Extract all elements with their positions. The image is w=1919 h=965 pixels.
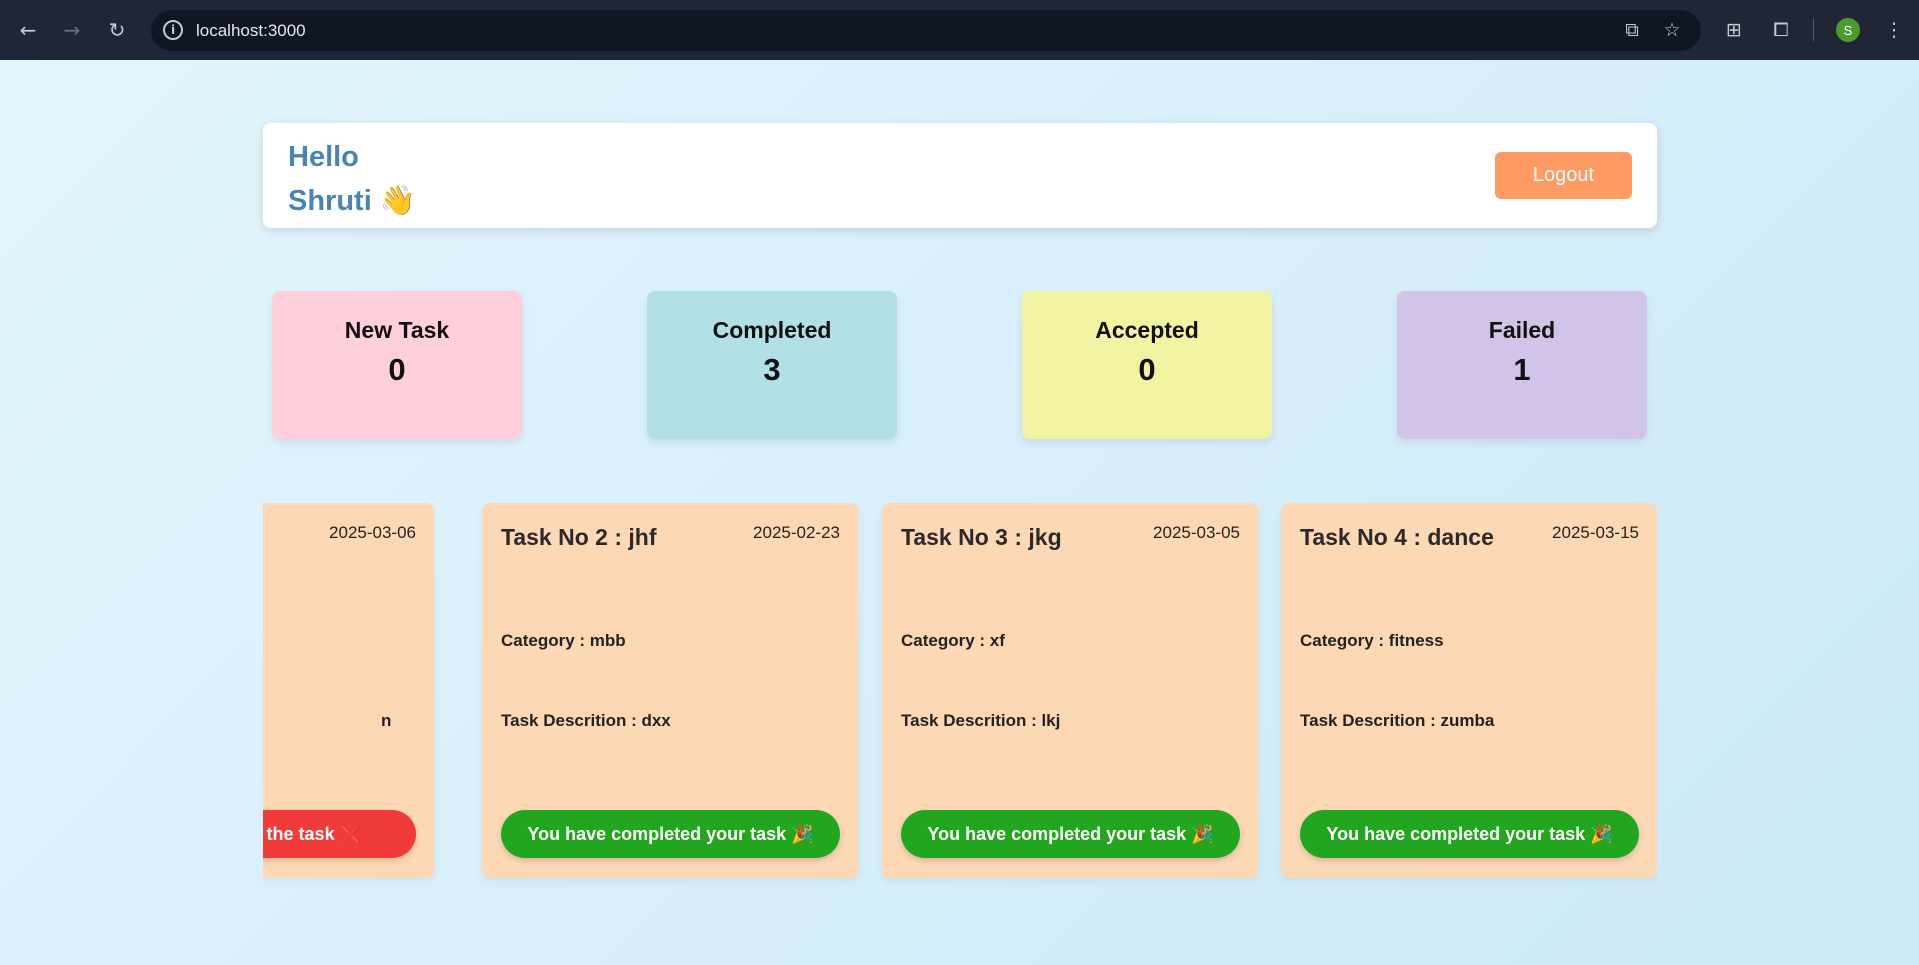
task-date: 2025-03-06 [329,523,416,542]
task-title: Task No 4 : dance [1300,524,1494,550]
url-text[interactable]: localhost:3000 [196,21,306,41]
stat-card-completed: Completed 3 [647,291,897,439]
back-button[interactable]: ← [12,14,44,46]
info-icon[interactable]: i [163,20,183,40]
task-card: Task No 3 : jkg 2025-03-05 Category : xf… [882,503,1258,878]
external-link-icon[interactable]: ⧉ [1620,18,1644,42]
address-bar[interactable]: i localhost:3000 ⧉ ☆ [151,10,1701,51]
header-card: Hello Shruti 👋 Logout [263,123,1657,228]
task-card: Task No 4 : dance 2025-03-15 Category : … [1281,503,1657,878]
stat-card-new-task: New Task 0 [272,291,522,439]
task-date: 2025-02-23 [753,523,840,542]
greeting: Hello Shruti 👋 [288,135,416,223]
task-status-completed[interactable]: You have completed your task 🎉 [901,810,1240,858]
stat-count: 3 [763,352,781,387]
stat-label: Failed [1488,317,1556,343]
task-status-completed[interactable]: You have completed your task 🎉 [1300,810,1639,858]
task-card: 2025-03-06 n ed the task ❌ [263,503,434,878]
kebab-menu-icon[interactable]: ⋮ [1878,14,1910,46]
qr-grid-icon[interactable]: ⊞ [1718,14,1750,46]
task-card: Task No 2 : jhf 2025-02-23 Category : mb… [482,503,858,878]
task-description: n [381,711,392,730]
task-list-scroller[interactable]: 2025-03-06 n ed the task ❌ Task No 2 : j… [263,503,1657,908]
stat-count: 1 [1513,352,1531,387]
forward-button[interactable]: → [56,14,88,46]
task-description: Task Descrition : lkj [901,711,1061,730]
profile-avatar[interactable]: S [1836,18,1860,42]
task-title: Task No 2 : jhf [501,524,657,550]
star-icon[interactable]: ☆ [1660,18,1684,42]
task-description: Task Descrition : zumba [1300,711,1495,730]
task-description: Task Descrition : dxx [501,711,671,730]
stat-count: 0 [388,352,406,387]
stat-card-accepted: Accepted 0 [1022,291,1272,439]
task-status-completed[interactable]: You have completed your task 🎉 [501,810,840,858]
arrow-right-icon: → [63,18,81,42]
stat-card-failed: Failed 1 [1397,291,1647,439]
greeting-line-hello: Hello [288,141,359,173]
reload-icon: ↻ [108,18,126,42]
task-category: Category : mbb [501,631,626,650]
task-date: 2025-03-15 [1552,523,1639,542]
task-category: Category : xf [901,631,1005,650]
puzzle-icon[interactable]: ⧠ [1765,14,1797,46]
task-date: 2025-03-05 [1153,523,1240,542]
reload-button[interactable]: ↻ [101,14,133,46]
stat-label: Accepted [1095,317,1199,343]
task-title: Task No 3 : jkg [901,524,1062,550]
greeting-line-name: Shruti 👋 [288,185,416,217]
stat-label: Completed [712,317,832,343]
toolbar-divider [1813,19,1814,41]
task-category: Category : fitness [1300,631,1444,650]
arrow-left-icon: ← [19,18,37,42]
task-status-failed[interactable]: ed the task ❌ [263,810,416,858]
dashboard-page: Hello Shruti 👋 Logout New Task 0 Complet… [0,60,1919,965]
logout-button[interactable]: Logout [1495,152,1632,199]
browser-toolbar: ← → ↻ i localhost:3000 ⧉ ☆ ⊞ ⧠ S ⋮ [0,0,1919,60]
stat-label: New Task [344,317,450,343]
stat-count: 0 [1138,352,1156,387]
